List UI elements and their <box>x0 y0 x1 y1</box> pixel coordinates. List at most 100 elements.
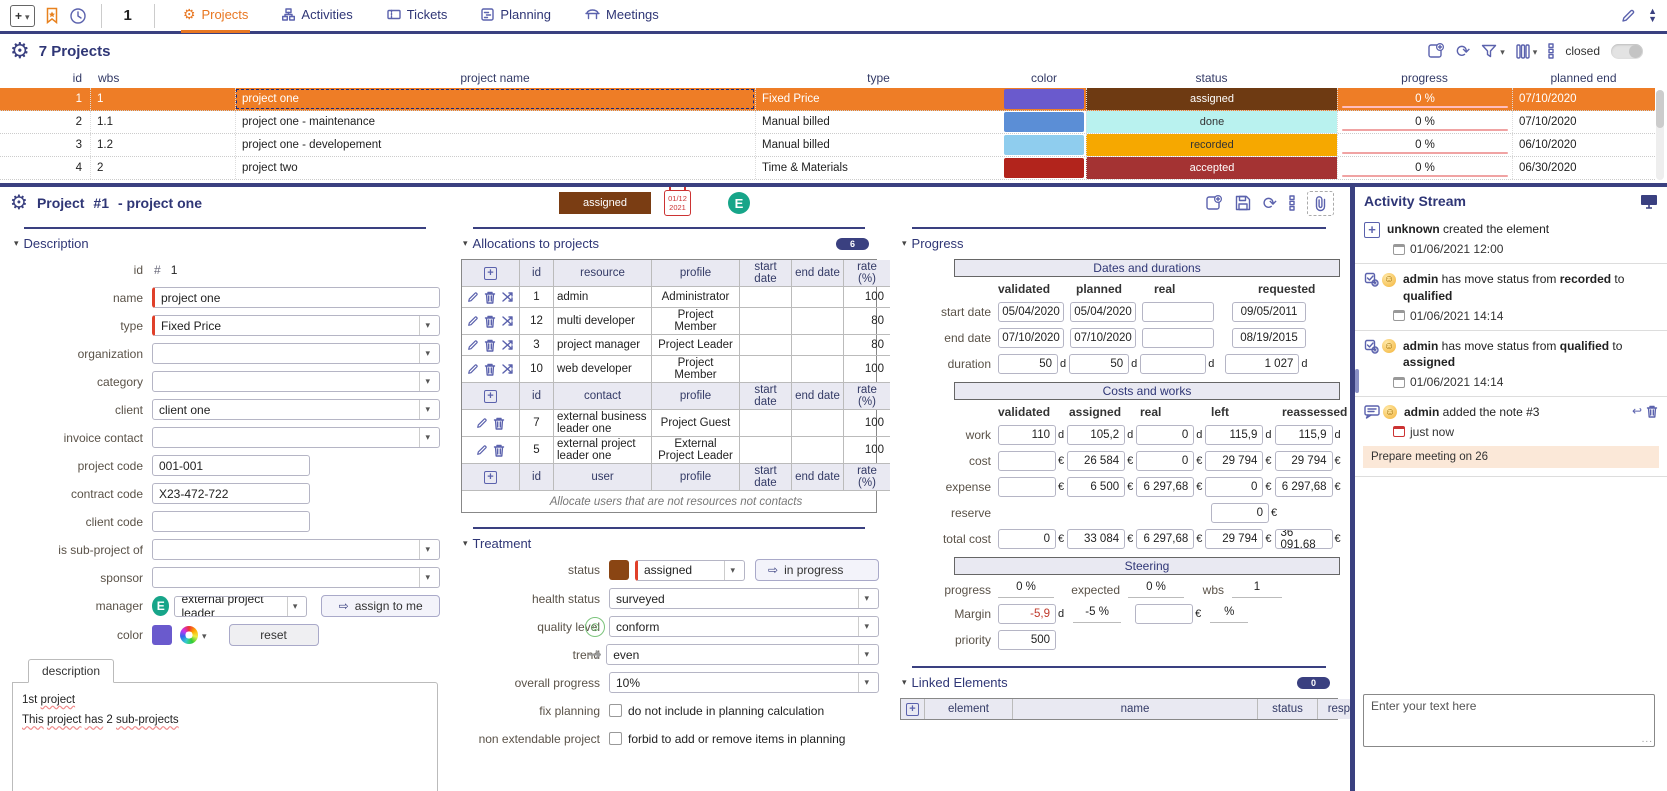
section-title-description[interactable]: Description <box>14 236 436 251</box>
col-header-project-name[interactable]: project name <box>235 68 755 88</box>
section-title-progress[interactable]: Progress <box>902 236 1336 251</box>
chevron-down-icon[interactable] <box>202 628 207 642</box>
cell-project-name[interactable]: project one - maintenance <box>235 111 755 133</box>
col-header-planned-end[interactable]: planned end <box>1512 68 1655 88</box>
cost-validated[interactable] <box>998 451 1056 471</box>
reply-icon[interactable]: ↩ <box>1632 404 1642 418</box>
bookmark-icon[interactable] <box>44 7 60 24</box>
col-header-progress[interactable]: progress <box>1337 68 1512 88</box>
closed-toggle[interactable] <box>1611 43 1643 59</box>
expense-validated[interactable] <box>998 477 1056 497</box>
deadline-calendar-badge[interactable]: 01/12 2021 <box>664 187 691 216</box>
allocation-row[interactable]: 3 project manager Project Leader 80 <box>462 335 890 356</box>
client-code-input[interactable] <box>152 511 310 532</box>
manager-select[interactable]: external project leader <box>174 595 308 617</box>
chevron-down-icon[interactable] <box>419 344 433 363</box>
table-row[interactable]: 1 1 project one Fixed Price assigned 0 %… <box>0 88 1655 111</box>
table-row[interactable]: 3 1.2 project one - developement Manual … <box>0 134 1655 157</box>
delete-icon[interactable] <box>493 417 505 430</box>
resize-handle[interactable]: ... <box>1642 734 1653 745</box>
sponsor-select[interactable] <box>152 567 440 588</box>
move-allocation-icon[interactable] <box>501 315 514 327</box>
tab-activities[interactable]: Activities <box>280 0 354 33</box>
start-validated-input[interactable]: 05/04/2020 <box>998 302 1064 322</box>
color-wheel-icon[interactable] <box>180 626 198 644</box>
more-options-icon[interactable] <box>1289 195 1295 211</box>
next-status-button[interactable]: ⇨ in progress <box>755 559 879 581</box>
expected-field[interactable]: 0 % <box>1128 581 1184 598</box>
contract-code-input[interactable]: X23-472-722 <box>152 483 310 504</box>
collapse-expand-arrows[interactable]: ▲ ▼ <box>1648 7 1657 23</box>
add-time-icon[interactable] <box>1427 42 1445 60</box>
health-status-select[interactable]: surveyed <box>609 588 879 609</box>
chevron-down-icon[interactable] <box>858 673 872 692</box>
attachment-button[interactable] <box>1307 190 1334 216</box>
reset-color-button[interactable]: reset <box>228 624 319 646</box>
organization-select[interactable] <box>152 343 440 364</box>
allocation-row[interactable]: 10 web developer Project Member 100 <box>462 356 890 383</box>
duration-validated-input[interactable]: 50 <box>998 354 1058 374</box>
edit-icon[interactable] <box>467 315 479 327</box>
col-header-type[interactable]: type <box>755 68 1002 88</box>
col-header-id[interactable]: id <box>0 68 90 88</box>
add-user-icon[interactable]: + <box>484 470 497 484</box>
non-extendable-checkbox[interactable] <box>609 732 622 745</box>
tab-projects[interactable]: ⚙ Projects <box>180 0 251 33</box>
trend-select[interactable]: even <box>606 644 879 665</box>
edit-icon[interactable] <box>467 291 479 303</box>
section-title-linked-elements[interactable]: Linked Elements 0 <box>902 675 1336 690</box>
end-requested-input[interactable]: 08/19/2015 <box>1232 328 1306 348</box>
description-text[interactable]: 1st project This project has 2 sub-proje… <box>12 682 438 791</box>
chevron-down-icon[interactable] <box>419 400 433 419</box>
allocation-row[interactable]: 7 external business leader one Project G… <box>462 410 890 437</box>
monitor-icon[interactable] <box>1640 194 1658 209</box>
chevron-down-icon[interactable] <box>419 316 433 335</box>
edit-icon[interactable] <box>476 444 488 456</box>
category-select[interactable] <box>152 371 440 392</box>
delete-icon[interactable] <box>484 363 496 376</box>
type-select[interactable]: Fixed Price <box>152 315 440 336</box>
tab-planning[interactable]: Planning <box>479 0 553 33</box>
save-icon[interactable] <box>1235 195 1251 211</box>
col-header-color[interactable]: color <box>1002 68 1086 88</box>
chevron-down-icon[interactable] <box>724 560 738 580</box>
end-validated-input[interactable]: 07/10/2020 <box>998 328 1064 348</box>
columns-button[interactable] <box>1516 43 1538 59</box>
table-row[interactable]: 2 1.1 project one - maintenance Manual b… <box>0 111 1655 134</box>
table-row[interactable]: 4 2 project two Time & Materials accepte… <box>0 157 1655 180</box>
move-allocation-icon[interactable] <box>501 291 514 303</box>
fix-planning-checkbox[interactable] <box>609 704 622 717</box>
edit-icon[interactable] <box>467 339 479 351</box>
client-select[interactable]: client one <box>152 399 440 420</box>
chevron-down-icon[interactable] <box>858 589 872 608</box>
edit-pencil-icon[interactable] <box>1620 8 1636 24</box>
add-time-icon[interactable] <box>1205 194 1223 212</box>
delete-icon[interactable] <box>493 444 505 457</box>
allocation-row[interactable]: 5 external project leader one External P… <box>462 437 890 464</box>
table-scrollbar[interactable] <box>1656 90 1664 180</box>
description-tab[interactable]: description <box>28 659 115 683</box>
overall-progress-select[interactable]: 10% <box>609 672 879 693</box>
delete-icon[interactable] <box>484 339 496 352</box>
refresh-icon[interactable]: ⟳ <box>1263 195 1277 212</box>
move-allocation-icon[interactable] <box>501 339 514 351</box>
chevron-down-icon[interactable] <box>286 596 301 616</box>
panel-splitter[interactable] <box>1355 369 1359 393</box>
chevron-down-icon[interactable] <box>419 428 433 447</box>
delete-icon[interactable] <box>484 315 496 328</box>
history-icon[interactable] <box>69 7 87 25</box>
col-header-wbs[interactable]: wbs <box>90 68 235 88</box>
add-contact-icon[interactable]: + <box>484 389 497 403</box>
more-options-icon[interactable] <box>1548 43 1555 59</box>
stream-note-input[interactable] <box>1363 694 1655 747</box>
create-new-button[interactable]: + <box>10 4 35 27</box>
duration-requested-input[interactable]: 1 027 <box>1225 354 1300 374</box>
edit-icon[interactable] <box>476 417 488 429</box>
allocation-row[interactable]: 1 admin Administrator 100 <box>462 287 890 308</box>
chevron-down-icon[interactable] <box>419 568 433 587</box>
tab-tickets[interactable]: Tickets <box>385 0 450 33</box>
delete-icon[interactable] <box>484 291 496 304</box>
start-requested-input[interactable]: 09/05/2011 <box>1232 302 1306 322</box>
section-title-allocations[interactable]: Allocations to projects 6 <box>463 236 875 251</box>
add-allocation-icon[interactable]: + <box>484 266 497 280</box>
